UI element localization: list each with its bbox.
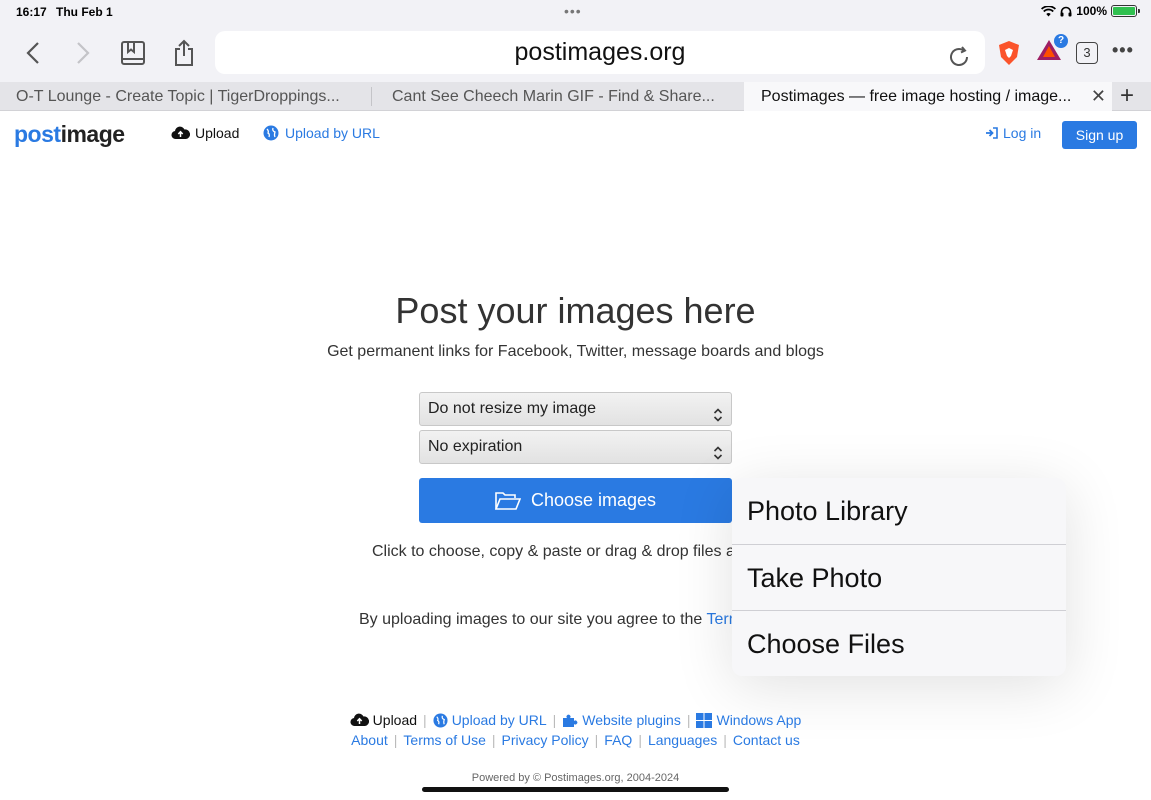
share-icon[interactable] bbox=[169, 38, 199, 68]
tab-count-button[interactable]: 3 bbox=[1076, 42, 1098, 64]
tab-title: O-T Lounge - Create Topic | TigerDroppin… bbox=[16, 88, 340, 105]
puzzle-icon bbox=[563, 714, 578, 727]
footer-privacy-link[interactable]: Privacy Policy bbox=[502, 732, 589, 748]
status-right: 100% bbox=[1041, 4, 1140, 18]
choose-images-label: Choose images bbox=[530, 490, 657, 510]
reload-icon[interactable] bbox=[947, 40, 971, 83]
nav-upload-url-label: Upload by URL bbox=[285, 125, 380, 141]
nav-upload-link[interactable]: Upload bbox=[171, 125, 239, 141]
terms-notice: By uploading images to our site you agre… bbox=[359, 611, 742, 629]
footer-upload-link[interactable]: Upload bbox=[350, 712, 417, 728]
globe-icon bbox=[263, 125, 279, 141]
status-date: Thu Feb 1 bbox=[56, 5, 113, 19]
footer-languages-link[interactable]: Languages bbox=[648, 732, 717, 748]
footer-windows-app-link[interactable]: Windows App bbox=[696, 712, 801, 728]
bookmarks-icon[interactable] bbox=[118, 38, 148, 68]
battery-icon bbox=[1111, 5, 1140, 17]
footer-about-link[interactable]: About bbox=[351, 732, 388, 748]
cloud-upload-icon bbox=[171, 126, 190, 140]
home-indicator[interactable] bbox=[422, 787, 729, 792]
status-bar: 16:17 Thu Feb 1 ••• 100% bbox=[0, 0, 1151, 24]
page-subtitle: Get permanent links for Facebook, Twitte… bbox=[327, 343, 824, 360]
footer-upload-url-link[interactable]: Upload by URL bbox=[433, 712, 547, 728]
footer-faq-link[interactable]: FAQ bbox=[604, 732, 632, 748]
nav-upload-label: Upload bbox=[195, 125, 240, 141]
nav-upload-url-link[interactable]: Upload by URL bbox=[263, 125, 380, 141]
signup-button[interactable]: Sign up bbox=[1062, 121, 1137, 149]
url-text: postimages.org bbox=[514, 38, 686, 66]
choose-images-button[interactable]: Choose images bbox=[419, 478, 732, 523]
expiration-select-value: No expiration bbox=[428, 438, 523, 455]
status-time: 16:17 bbox=[16, 5, 47, 19]
brave-shields-icon[interactable] bbox=[997, 40, 1021, 71]
cloud-upload-icon bbox=[350, 713, 369, 727]
address-bar[interactable]: postimages.org bbox=[215, 31, 985, 74]
windows-icon bbox=[696, 712, 713, 728]
footer-plugins-link[interactable]: Website plugins bbox=[562, 712, 681, 728]
folder-open-icon bbox=[494, 491, 521, 510]
photo-library-option[interactable]: Photo Library bbox=[732, 478, 1066, 544]
file-picker-popover: Photo Library Take Photo Choose Files bbox=[732, 478, 1066, 676]
tab-strip: O-T Lounge - Create Topic | TigerDroppin… bbox=[0, 82, 1151, 111]
footer-contact-link[interactable]: Contact us bbox=[733, 732, 800, 748]
resize-select[interactable]: Do not resize my image bbox=[419, 392, 732, 426]
login-link[interactable]: Log in bbox=[985, 125, 1041, 141]
tab-title: Cant See Cheech Marin GIF - Find & Share… bbox=[392, 88, 715, 105]
rewards-icon[interactable]: ? bbox=[1036, 34, 1068, 67]
take-photo-option[interactable]: Take Photo bbox=[732, 545, 1066, 611]
more-menu-icon[interactable]: ••• bbox=[1112, 40, 1134, 61]
site-header: postimage Upload Upload by URL Log in Si… bbox=[0, 111, 1151, 157]
tab-title: Postimages — free image hosting / image.… bbox=[761, 88, 1072, 105]
upload-hint: Click to choose, copy & paste or drag & … bbox=[372, 543, 752, 560]
resize-select-value: Do not resize my image bbox=[428, 400, 597, 417]
new-tab-icon[interactable]: + bbox=[1120, 82, 1134, 109]
back-icon[interactable] bbox=[18, 38, 48, 68]
notification-badge: ? bbox=[1054, 34, 1068, 48]
close-tab-icon[interactable]: ✕ bbox=[1091, 82, 1106, 111]
page-title: Post your images here bbox=[395, 290, 756, 331]
tab-postimages[interactable]: Postimages — free image hosting / image.… bbox=[744, 82, 1112, 111]
wifi-icon bbox=[1041, 5, 1057, 16]
battery-percent: 100% bbox=[1076, 4, 1107, 18]
sign-in-icon bbox=[986, 127, 998, 139]
powered-by-text: Powered by © Postimages.org, 2004-2024 bbox=[471, 772, 680, 784]
browser-toolbar: postimages.org ? 3 ••• bbox=[0, 24, 1151, 82]
headphones-icon bbox=[1060, 6, 1072, 16]
choose-files-option[interactable]: Choose Files bbox=[732, 611, 1066, 676]
globe-icon bbox=[433, 712, 448, 728]
expiration-select[interactable]: No expiration bbox=[419, 430, 732, 464]
tab-tigerdroppings[interactable]: O-T Lounge - Create Topic | TigerDroppin… bbox=[0, 82, 370, 111]
multitasking-dots-icon[interactable]: ••• bbox=[564, 3, 582, 19]
select-chevron-icon bbox=[713, 440, 723, 472]
tab-cheech-gif[interactable]: Cant See Cheech Marin GIF - Find & Share… bbox=[372, 82, 742, 111]
footer-primary-links: Upload | Upload by URL | Website plugins… bbox=[0, 712, 1151, 728]
login-label: Log in bbox=[1003, 125, 1042, 141]
forward-icon[interactable] bbox=[68, 38, 98, 68]
footer-secondary-links: About | Terms of Use | Privacy Policy | FAQ… bbox=[351, 732, 800, 748]
terms-prefix: By uploading images to our site you agre… bbox=[359, 611, 707, 628]
footer-terms-link[interactable]: Terms of Use bbox=[403, 732, 485, 748]
postimage-logo[interactable]: postimage bbox=[14, 121, 125, 148]
